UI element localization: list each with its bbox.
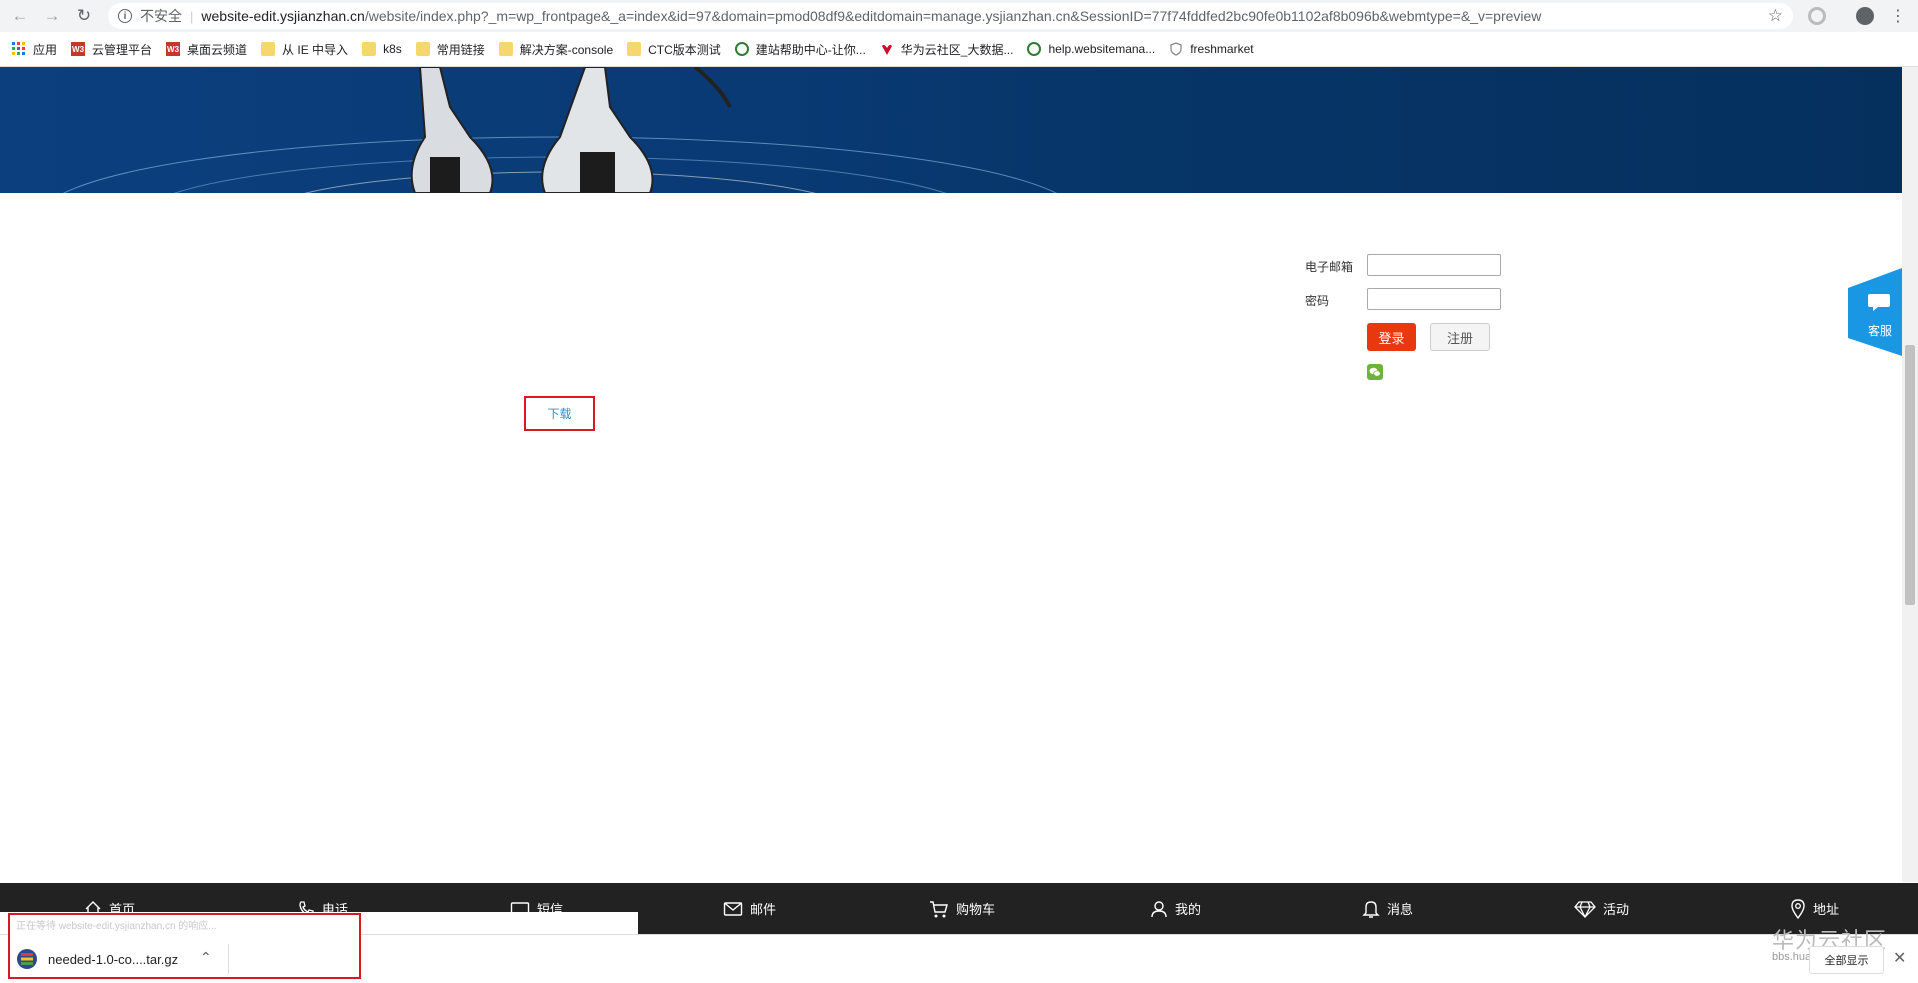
nav-label: 消息 [1387,902,1414,917]
bookmark-label: 常用链接 [436,42,485,57]
apps-icon [12,42,26,56]
bookmark-folder[interactable]: k8s [362,42,402,56]
hero-banner-image [0,67,1902,193]
nav-item-messages[interactable]: 消息 [1362,883,1413,934]
bookmark-label: 华为云社区_大数据... [900,42,1014,57]
email-label: 电子邮箱 [1305,260,1354,274]
bookmark-label: 建站帮助中心-让你... [755,42,866,57]
bookmark-item[interactable]: 华为云社区_大数据... [880,41,1014,58]
folder-icon [498,42,513,56]
show-all-downloads-button[interactable]: 全部显示 [1809,946,1884,974]
nav-item-activity[interactable]: 活动 [1574,883,1629,934]
shield-icon [1169,42,1183,56]
bookmark-label: CTC版本测试 [648,42,721,57]
bookmark-item[interactable]: help.websitemana... [1027,42,1155,56]
close-icon[interactable]: ✕ [1893,948,1906,968]
bookmark-folder[interactable]: 从 IE 中导入 [261,41,348,58]
page-scrollbar-thumb[interactable] [1905,345,1915,605]
email-field[interactable] [1367,254,1501,276]
profile-avatar-icon[interactable] [1856,7,1874,25]
url-path: /website/index.php?_m=wp_frontpage&_a=in… [364,8,1542,24]
bookmark-label: 解决方案-console [519,42,614,57]
bookmark-label: 桌面云频道 [187,42,248,57]
w3-icon: W3 [166,42,181,56]
nav-label: 地址 [1813,902,1840,917]
bookmark-folder[interactable]: 解决方案-console [498,41,614,58]
menu-kebab-icon[interactable]: ⋮ [1888,6,1908,26]
bookmark-item[interactable]: W3 云管理平台 [71,41,152,58]
bookmark-item[interactable]: freshmarket [1169,42,1254,56]
download-link[interactable]: 下载 [524,396,595,431]
bookmarks-bar: 应用 W3 云管理平台 W3 桌面云频道 从 IE 中导入 k8s 常用链接 解决方… [0,32,1918,67]
forward-button[interactable]: → [42,6,62,26]
user-icon [1151,900,1167,917]
nav-item-me[interactable]: 我的 [1150,883,1201,934]
download-file-name: needed-1.0-co....tar.gz [48,952,179,967]
nav-label: 购物车 [956,902,996,917]
location-icon [1791,898,1805,919]
insecure-label: 不安全 [140,8,182,24]
nav-label: 我的 [1175,902,1202,917]
bell-icon [1362,900,1380,918]
login-button[interactable]: 登录 [1367,323,1416,351]
shelf-divider [228,944,229,974]
chevron-up-icon[interactable]: ⌃ [200,949,212,966]
nav-label: 活动 [1603,902,1630,917]
address-bar[interactable]: i 不安全 | website-edit.ysjianzhan.cn/websi… [108,3,1793,29]
nav-item-cart[interactable]: 购物车 [929,883,995,934]
nav-item-mail[interactable]: 邮件 [723,883,776,934]
reload-button[interactable]: ↻ [74,6,94,26]
bookmark-folder[interactable]: 常用链接 [415,41,485,58]
password-field[interactable] [1367,288,1501,310]
bookmark-star-icon[interactable]: ☆ [1768,6,1783,26]
url-host: website-edit.ysjianzhan.cn [201,8,365,24]
bookmark-folder[interactable]: CTC版本测试 [627,41,721,58]
mail-icon [723,901,743,916]
archive-file-icon [16,948,38,970]
extension-icon[interactable] [1808,7,1826,25]
bookmark-label: 从 IE 中导入 [282,42,349,57]
green-q-icon [1027,42,1042,56]
diamond-icon [1574,900,1596,918]
folder-icon [362,42,377,56]
nav-label: 邮件 [750,902,777,917]
bookmark-item[interactable]: W3 桌面云频道 [166,41,247,58]
site-info-icon[interactable]: i [118,9,132,23]
register-button[interactable]: 注册 [1430,323,1490,351]
cart-icon [930,900,948,917]
download-status-text: 正在等待 website-edit.ysjianzhan.cn 的响应... [16,921,217,932]
bookmark-label: 云管理平台 [92,42,153,57]
customer-service-label: 客服 [1868,324,1893,338]
back-button[interactable]: ← [10,6,30,26]
browser-toolbar: ← → ↻ i 不安全 | website-edit.ysjianzhan.cn… [0,0,1918,32]
bookmark-apps[interactable]: 应用 [12,41,57,58]
password-label: 密码 [1305,294,1330,308]
green-q-icon [734,42,749,56]
bookmark-label: k8s [383,42,402,56]
bookmark-item[interactable]: 建站帮助中心-让你... [734,41,866,58]
w3-icon: W3 [71,42,86,56]
bookmark-label: 应用 [33,42,58,57]
folder-icon [415,42,430,56]
huawei-icon [880,42,894,56]
folder-icon [261,42,276,56]
bookmark-label: freshmarket [1190,42,1254,56]
wechat-login-icon[interactable] [1367,364,1383,380]
customer-service-button[interactable]: 客服 [1848,268,1902,356]
url-divider: | [190,8,194,24]
bookmark-label: help.websitemana... [1048,42,1156,56]
folder-icon [627,42,642,56]
